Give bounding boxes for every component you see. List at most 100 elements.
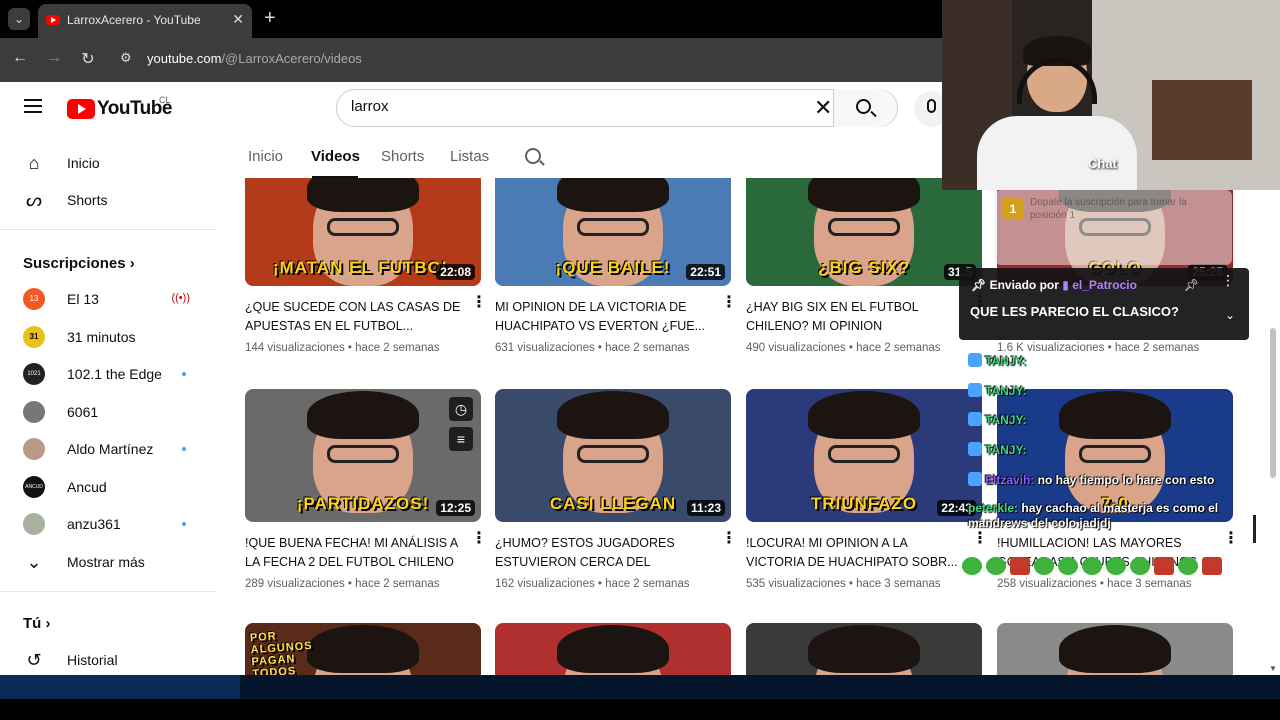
chat-scrollbar[interactable] bbox=[1253, 515, 1256, 543]
clear-search-icon[interactable]: ✕ bbox=[814, 96, 832, 120]
emote-icon bbox=[1082, 557, 1102, 575]
reload-button[interactable]: ↻ bbox=[77, 49, 99, 69]
sidebar-item-label: Inicio bbox=[67, 155, 100, 171]
video-age: hace 2 semanas bbox=[355, 342, 440, 354]
thumbnail-glasses bbox=[327, 445, 399, 463]
emote-icon bbox=[1154, 557, 1174, 575]
search-icon bbox=[856, 99, 871, 114]
microphone-icon bbox=[927, 99, 936, 113]
video-views: 162 visualizaciones bbox=[495, 578, 595, 590]
video-meta: 162 visualizaciones • hace 2 semanas bbox=[495, 578, 690, 590]
video-views: 144 visualizaciones bbox=[245, 342, 345, 354]
video-views: 258 visualizaciones bbox=[997, 578, 1097, 590]
video-title[interactable]: MI OPINION DE LA VICTORIA DE HUACHIPATO … bbox=[495, 298, 713, 336]
video-meta: 289 visualizaciones • hace 2 semanas bbox=[245, 578, 440, 590]
emote-icon bbox=[962, 557, 982, 575]
chat-badge-icon bbox=[968, 442, 982, 456]
emote-icon bbox=[1010, 557, 1030, 575]
video-age: hace 3 semanas bbox=[856, 578, 941, 590]
channel-search-icon[interactable] bbox=[525, 148, 541, 164]
add-to-queue-icon[interactable]: ≡ bbox=[449, 427, 473, 451]
video-thumbnail[interactable] bbox=[746, 623, 982, 675]
emote-icon bbox=[1106, 557, 1126, 575]
tab-inicio[interactable]: Inicio bbox=[248, 148, 283, 165]
masthead: YouTube CL ✕ bbox=[0, 82, 950, 134]
collapse-icon[interactable]: ⌄ bbox=[1225, 308, 1235, 322]
video-thumbnail[interactable] bbox=[997, 623, 1233, 675]
more-options-icon[interactable]: ⋮ bbox=[1223, 531, 1239, 547]
tab-title: LarroxAcerero - YouTube bbox=[67, 13, 201, 27]
more-options-icon[interactable]: ⋮ bbox=[1221, 273, 1235, 287]
scrollbar-thumb[interactable] bbox=[1270, 328, 1276, 478]
sidebar-item-inicio[interactable]: ⌂ Inicio bbox=[12, 145, 212, 181]
chat-badge-icon bbox=[968, 472, 982, 486]
back-button[interactable]: ← bbox=[9, 49, 31, 67]
thumbnail-hair bbox=[307, 178, 419, 212]
site-settings-icon[interactable]: ⚙ bbox=[120, 50, 136, 66]
tab-search-button[interactable]: ⌄ bbox=[8, 8, 30, 30]
chat-message: peterkle: hay cachao al masterja es como… bbox=[968, 501, 1230, 531]
streamer-shirt bbox=[977, 116, 1137, 190]
video-meta: 258 visualizaciones • hace 3 semanas bbox=[997, 578, 1192, 590]
more-options-icon[interactable]: ⋮ bbox=[471, 531, 487, 547]
search-input[interactable] bbox=[351, 98, 801, 115]
new-tab-button[interactable]: + bbox=[264, 7, 276, 29]
video-meta: 631 visualizaciones • hace 2 semanas bbox=[495, 342, 690, 354]
forward-button[interactable]: → bbox=[43, 49, 65, 67]
video-thumbnail[interactable] bbox=[495, 623, 731, 675]
youtube-logo[interactable]: YouTube CL bbox=[67, 95, 172, 120]
youtube-logo-icon bbox=[67, 99, 95, 119]
search-box: ✕ bbox=[336, 89, 898, 127]
video-thumbnail[interactable]: ¡QUE BAILE! 22:51 bbox=[495, 178, 731, 286]
video-title[interactable]: !LOCURA! MI OPINION A LA VICTORIA DE HUA… bbox=[746, 534, 964, 572]
chat-badge-icon bbox=[968, 383, 982, 397]
video-title[interactable]: !QUE BUENA FECHA! MI ANÁLISIS A LA FECHA… bbox=[245, 534, 463, 572]
more-options-icon[interactable]: ⋮ bbox=[972, 531, 988, 547]
more-options-icon[interactable]: ⋮ bbox=[471, 295, 487, 311]
chat-user: TANJY: bbox=[985, 413, 1027, 427]
video-thumbnail[interactable]: ¿BIG SIX?31:5 bbox=[746, 178, 982, 286]
pinned-header-prefix: Enviado por bbox=[989, 278, 1059, 292]
video-age: hace 2 semanas bbox=[856, 342, 941, 354]
video-thumbnail[interactable]: ¡PARTIDAZOS! 12:25 ◷ ≡ bbox=[245, 389, 481, 522]
video-title[interactable]: ¿HAY BIG SIX EN EL FUTBOL CHILENO? MI OP… bbox=[746, 298, 964, 336]
scroll-down-icon[interactable]: ▼ bbox=[1269, 664, 1277, 673]
video-thumbnail[interactable]: ¡MATAN EL FUTBOL 22:08 bbox=[245, 178, 481, 286]
tab-videos[interactable]: Videos bbox=[311, 148, 360, 165]
video-duration: 12:25 bbox=[436, 500, 475, 516]
more-options-icon[interactable]: ⋮ bbox=[721, 531, 737, 547]
video-title[interactable]: ¿HUMO? ESTOS JUGADORES ESTUVIERON CERCA … bbox=[495, 534, 713, 572]
thumbnail-hair bbox=[307, 391, 419, 439]
tab-shorts[interactable]: Shorts bbox=[381, 148, 424, 165]
video-views: 289 visualizaciones bbox=[245, 578, 345, 590]
video-meta: 1.6 K visualizaciones • hace 2 semanas bbox=[997, 342, 1200, 354]
youtube-favicon-icon bbox=[46, 15, 60, 25]
thumbnail-hair bbox=[1059, 391, 1171, 439]
chat-user: peterkle: bbox=[968, 501, 1019, 515]
unpin-icon[interactable]: 📌︎ bbox=[1184, 278, 1199, 292]
video-age: hace 3 semanas bbox=[1107, 578, 1192, 590]
rank-badge: 1 bbox=[1002, 198, 1024, 220]
watch-later-icon[interactable]: ◷ bbox=[449, 397, 473, 421]
browser-tab[interactable]: LarroxAcerero - YouTube ✕ bbox=[38, 4, 252, 38]
search-button[interactable] bbox=[833, 89, 897, 127]
tab-listas[interactable]: Listas bbox=[450, 148, 489, 165]
menu-icon[interactable] bbox=[24, 99, 42, 113]
chat-user: TANJY: bbox=[985, 443, 1027, 457]
video-thumbnail[interactable]: POR ALGUNOS PAGAN TODOS bbox=[245, 623, 481, 675]
video-thumbnail[interactable]: CASI LLEGAN 11:23 bbox=[495, 389, 731, 522]
video-title[interactable]: ¿QUE SUCEDE CON LAS CASAS DE APUESTAS EN… bbox=[245, 298, 463, 336]
close-tab-icon[interactable]: ✕ bbox=[232, 11, 244, 28]
url-host: youtube.com bbox=[147, 51, 222, 66]
chat-pinned-notice: 1 Dopale la suscripción para tomar la po… bbox=[1000, 196, 1225, 222]
thumbnail-hair bbox=[808, 178, 920, 212]
video-meta: 144 visualizaciones • hace 2 semanas bbox=[245, 342, 440, 354]
emote-icon bbox=[986, 557, 1006, 575]
more-options-icon[interactable]: ⋮ bbox=[721, 295, 737, 311]
chat-message: TANJY: bbox=[968, 353, 1027, 368]
emote-icon bbox=[1058, 557, 1078, 575]
url-field[interactable]: youtube.com/@LarroxAcerero/videos bbox=[147, 51, 362, 66]
chat-badge-icon bbox=[968, 353, 982, 367]
video-duration: 11:23 bbox=[686, 500, 725, 516]
video-thumbnail[interactable]: TRIUNFAZO 22:43 bbox=[746, 389, 982, 522]
